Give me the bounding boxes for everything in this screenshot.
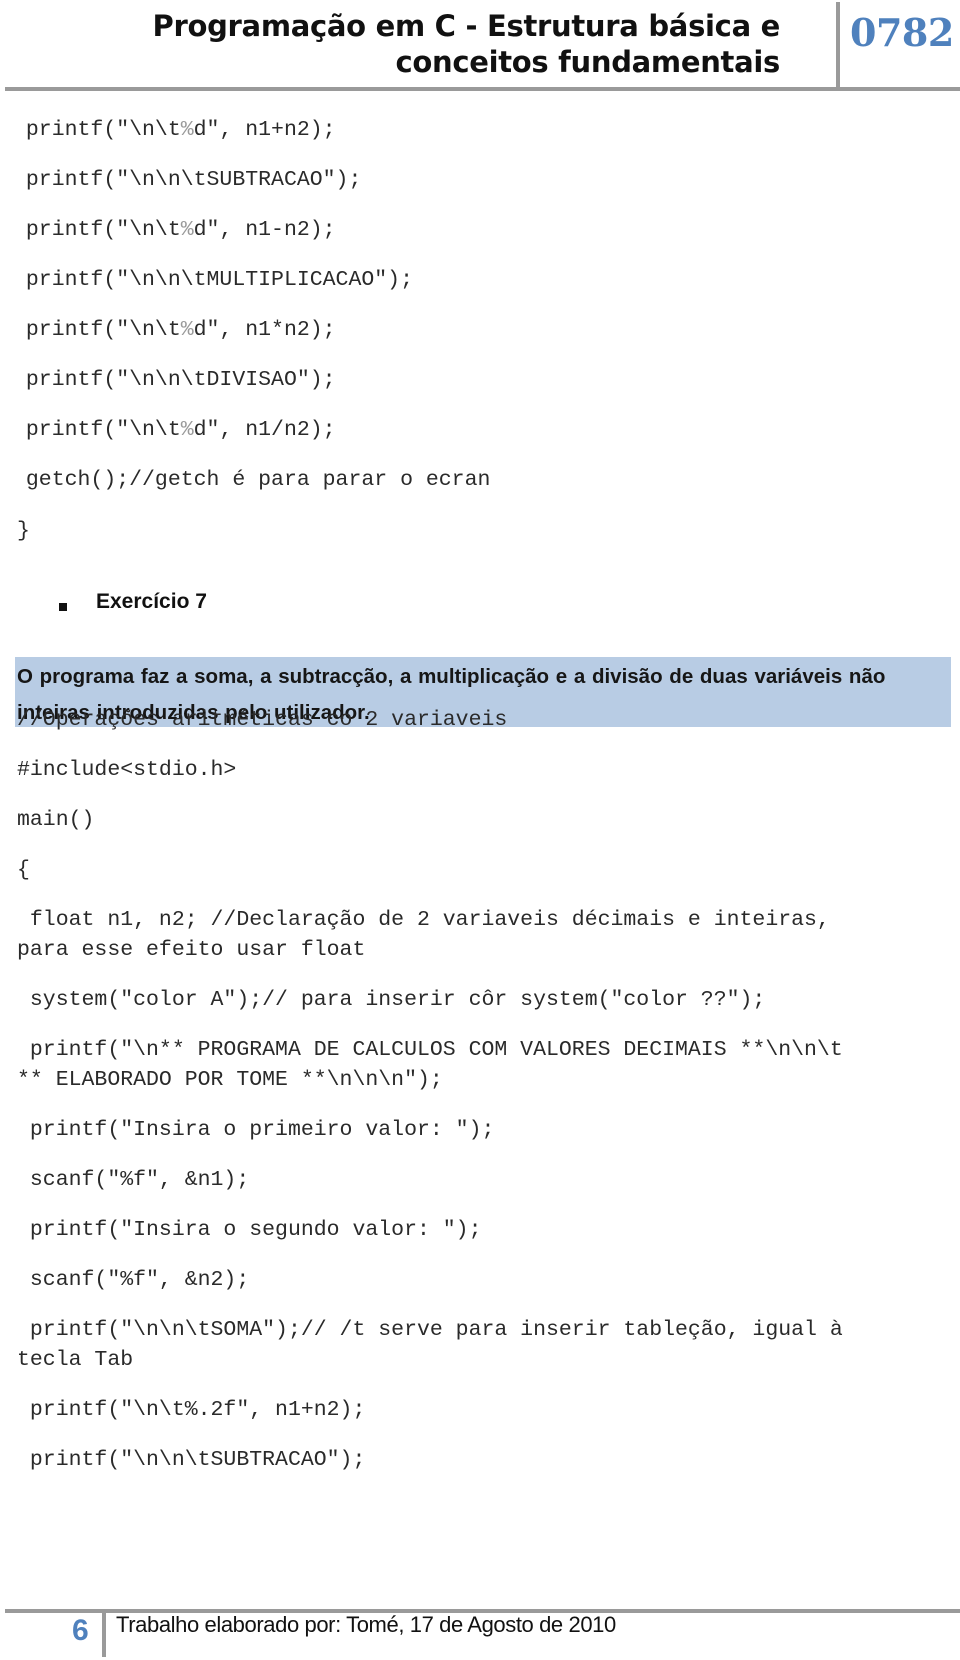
code-line: printf("\n\n\tDIVISAO"); [13,368,336,392]
code-line: printf("Insira o primeiro valor: "); [17,1118,495,1142]
page-header: Programação em C - Estrutura básica e co… [0,0,960,92]
code-line: main() [17,808,95,832]
code-line: printf("\n\n\tSUBTRACAO"); [17,1448,366,1472]
page-number: 6 [72,1614,89,1647]
code-line: printf("\n** PROGRAMA DE CALCULOS COM VA… [17,1038,843,1092]
code-line: printf("\n\t%d", n1-n2); [13,218,336,242]
document-title-line-1: Programação em C - Estrutura básica e [152,9,781,43]
code-line: scanf("%f", &n1); [17,1168,250,1192]
footer-divider-vertical [102,1611,106,1657]
code-line: printf("\n\n\tMULTIPLICACAO"); [13,268,413,292]
code-line: float n1, n2; //Declaração de 2 variavei… [17,908,830,962]
code-line: printf("\n\t%d", n1/n2); [13,418,336,442]
code-line: } [17,519,30,543]
document-title: Programação em C - Estrutura básica e co… [152,8,781,80]
header-divider-vertical [836,2,840,90]
bullet-square-icon [59,603,67,611]
code-line: printf("\n\t%.2f", n1+n2); [17,1398,366,1422]
code-line: scanf("%f", &n2); [17,1268,250,1292]
exercise-heading: Exercício 7 [96,590,207,613]
code-line: getch();//getch é para parar o ecran [13,468,491,492]
code-line: printf("\n\t%d", n1+n2); [13,118,336,142]
code-line: printf("Insira o segundo valor: "); [17,1218,482,1242]
exercise-description-line-1: O programa faz a soma, a subtracção, a m… [17,665,886,688]
code-line: //Operações aritméticas co 2 variaveis [17,708,508,732]
code-line: printf("\n\n\tSOMA");// /t serve para in… [17,1318,843,1372]
header-divider-horizontal [5,87,960,91]
code-line: printf("\n\n\tSUBTRACAO"); [13,168,362,192]
code-line: { [17,858,30,882]
module-code: 0782 [850,10,954,55]
document-title-line-2: conceitos fundamentais [395,45,780,79]
footer-author-date: Trabalho elaborado por: Tomé, 17 de Agos… [116,1612,616,1637]
code-line: printf("\n\t%d", n1*n2); [13,318,336,342]
code-line: #include<stdio.h> [17,758,237,782]
code-line: system("color A");// para inserir côr sy… [17,988,766,1012]
